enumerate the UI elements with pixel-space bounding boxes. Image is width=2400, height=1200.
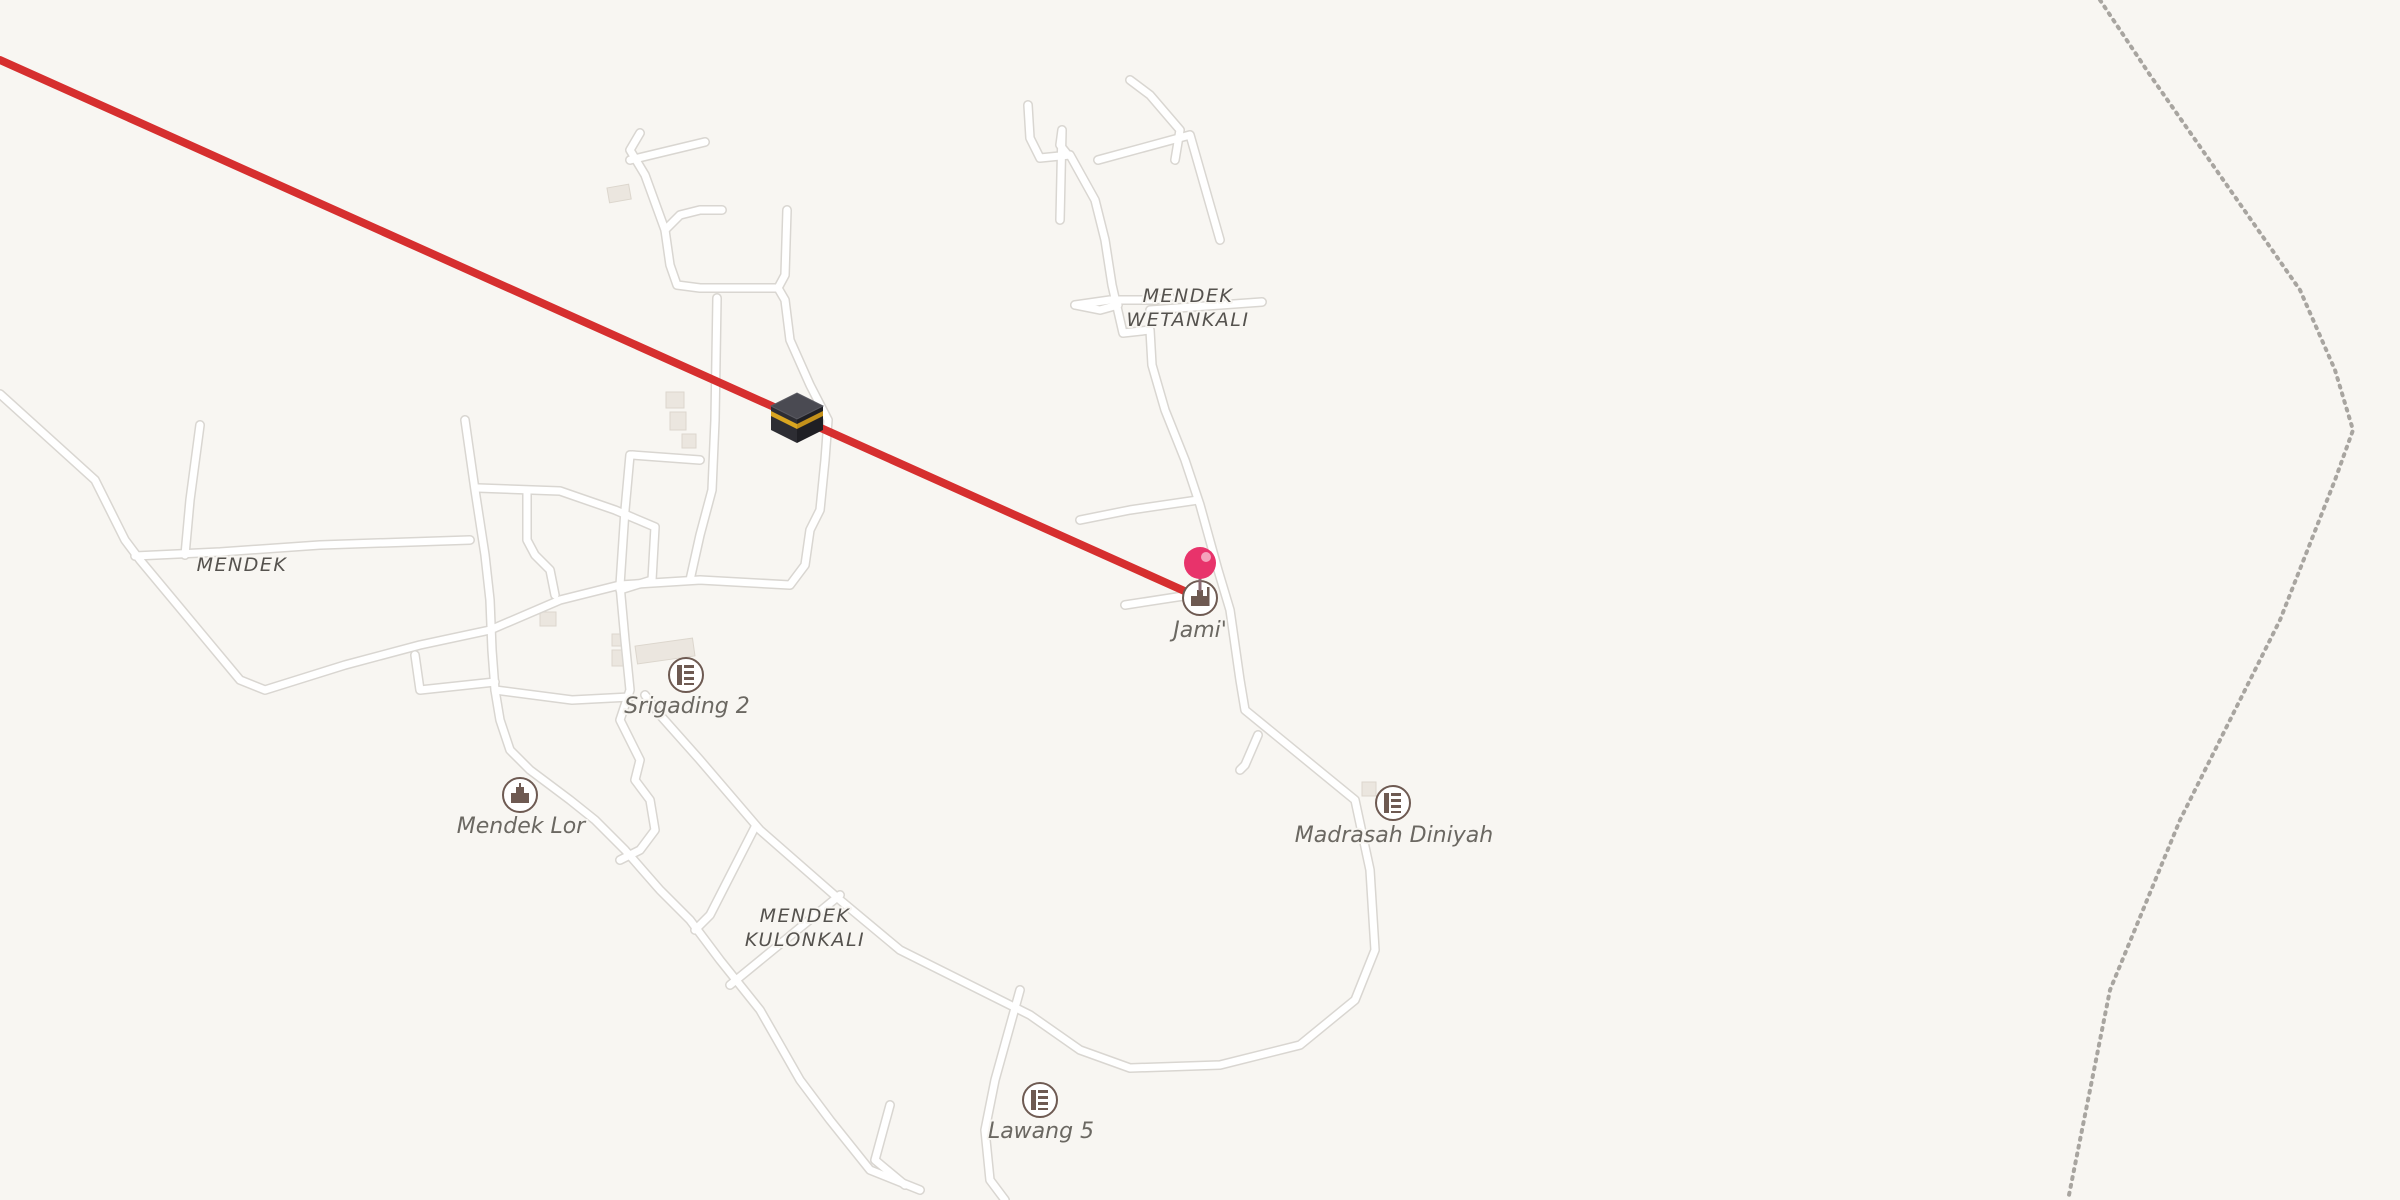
poi-label-srigading-2: Srigading 2 xyxy=(624,694,750,719)
place-label-mendek-kulonkali-line2: KULONKALI xyxy=(745,929,865,951)
mosque-icon xyxy=(502,777,538,813)
school-icon xyxy=(1375,785,1411,821)
place-label-mendek-wetankali-line1: MENDEK xyxy=(1143,285,1234,307)
place-label-mendek: MENDEK xyxy=(197,554,288,576)
poi-label-mendek-lor: Mendek Lor xyxy=(457,814,587,839)
place-label-mendek-wetankali-line2: WETANKALI xyxy=(1126,309,1249,331)
poi-label-madrasah-diniyah: Madrasah Diniyah xyxy=(1295,823,1493,848)
map-canvas[interactable]: MENDEK MENDEK WETANKALI MENDEK KULONKALI… xyxy=(0,0,2400,1200)
school-icon xyxy=(1022,1082,1058,1118)
school-icon xyxy=(668,657,704,693)
poi-label-lawang-5: Lawang 5 xyxy=(988,1119,1094,1144)
place-label-mendek-kulonkali-line1: MENDEK xyxy=(760,905,851,927)
poi-label-jami: Jami' xyxy=(1169,618,1227,643)
